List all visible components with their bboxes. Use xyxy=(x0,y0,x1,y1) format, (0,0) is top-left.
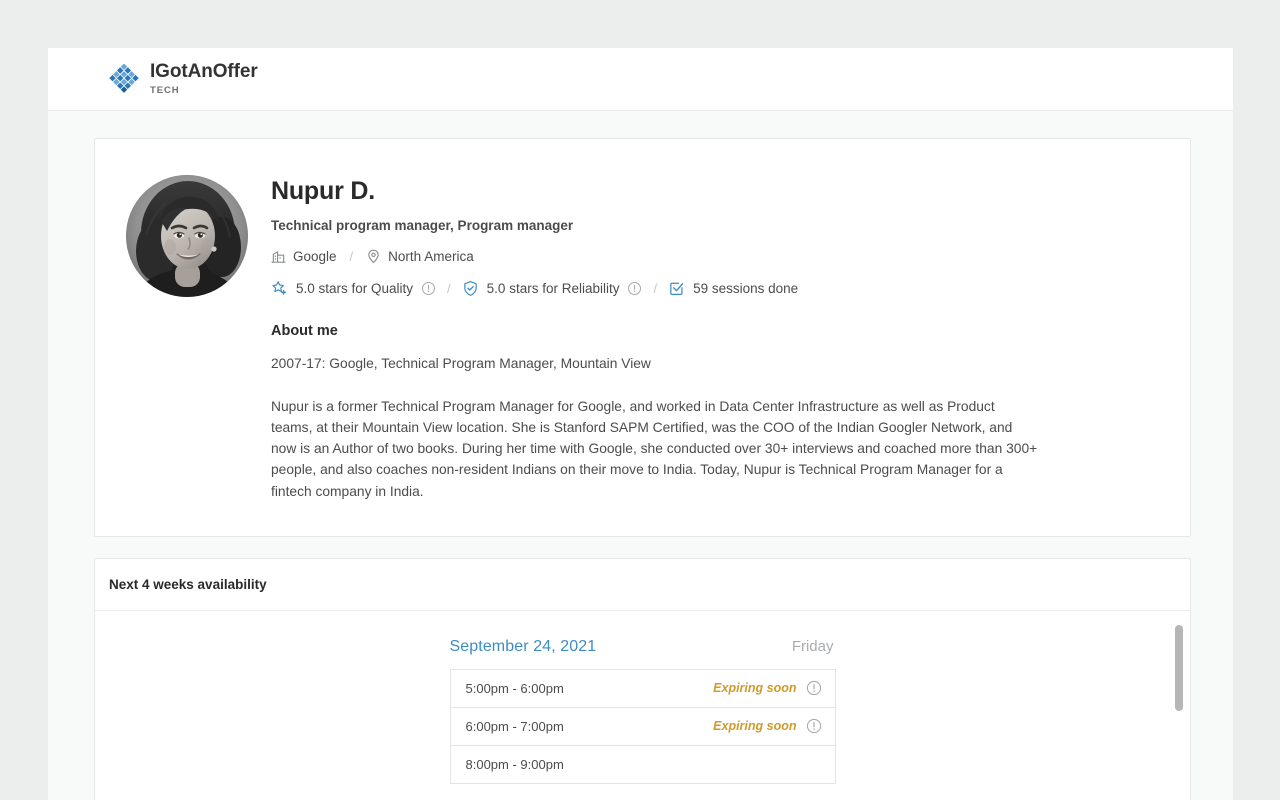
brand-text: IGotAnOffer TECH xyxy=(150,61,258,97)
stat-sessions-label: 59 sessions done xyxy=(693,280,799,296)
availability-title: Next 4 weeks availability xyxy=(109,576,267,592)
expiring-soon-label: Expiring soon xyxy=(713,681,797,696)
shield-check-icon xyxy=(462,280,479,297)
slot-list: 5:00pm - 6:00pm Expiring soon 6:00pm - 7… xyxy=(449,668,836,784)
slot-time: 5:00pm - 6:00pm xyxy=(465,680,564,696)
brand-logo-link[interactable]: IGotAnOffer TECH xyxy=(109,61,258,97)
company-building-icon xyxy=(271,249,286,264)
profile-role: Technical program manager, Program manag… xyxy=(271,217,574,233)
avatar-column xyxy=(123,175,271,502)
diamond-grid-logo-icon xyxy=(109,63,139,94)
about-summary-line: 2007-17: Google, Technical Program Manag… xyxy=(271,355,651,371)
checkbox-check-icon xyxy=(668,280,685,297)
location-label: North America xyxy=(388,248,474,264)
meta-separator: / xyxy=(349,248,354,264)
stat-separator: / xyxy=(447,280,451,296)
avatar xyxy=(126,175,248,297)
availability-scrollbar[interactable] xyxy=(1173,610,1185,800)
info-circle-icon[interactable] xyxy=(806,718,822,734)
profile-card: Nupur D. Technical program manager, Prog… xyxy=(94,138,1191,537)
expiring-soon-label: Expiring soon xyxy=(713,719,797,734)
slot-status: Expiring soon xyxy=(713,680,821,696)
slot-time: 6:00pm - 7:00pm xyxy=(465,718,564,734)
slot-status: Expiring soon xyxy=(713,718,821,734)
slot-time: 8:00pm - 9:00pm xyxy=(465,756,564,772)
page-title: Nupur D. xyxy=(271,177,375,205)
browser-viewport: IGotAnOffer TECH Nupur D. Technical prog… xyxy=(0,0,1280,800)
profile-stats-row: 5.0 stars for Quality / 5.0 stars for Re… xyxy=(271,280,1162,297)
scrollbar-thumb[interactable] xyxy=(1175,624,1183,711)
stat-separator: / xyxy=(653,280,658,296)
stat-reliability-label: 5.0 stars for Reliability xyxy=(486,280,620,296)
time-slot[interactable]: 8:00pm - 9:00pm xyxy=(449,744,836,784)
day-header: September 24, 2021 Friday xyxy=(450,638,836,656)
site-header: IGotAnOffer TECH xyxy=(48,48,1233,111)
about-body-text: Nupur is a former Technical Program Mana… xyxy=(271,398,1038,499)
day-date: September 24, 2021 xyxy=(449,637,597,655)
profile-location: North America xyxy=(366,249,474,264)
reliability-info-icon[interactable] xyxy=(627,281,642,296)
day-spacer xyxy=(95,783,1190,800)
location-pin-icon xyxy=(366,249,381,264)
stat-quality-label: 5.0 stars for Quality xyxy=(296,280,414,296)
brand-name: IGotAnOffer xyxy=(150,61,258,83)
stat-reliability: 5.0 stars for Reliability xyxy=(462,280,643,297)
brand-subtitle: TECH xyxy=(150,85,180,97)
availability-scroll-region: September 24, 2021 Friday 5:00pm - 6:00p… xyxy=(95,610,1190,800)
profile-company: Google xyxy=(271,249,337,264)
quality-info-icon[interactable] xyxy=(421,281,436,296)
star-plus-icon xyxy=(271,280,288,297)
availability-card: Next 4 weeks availability September 24, … xyxy=(94,557,1191,800)
stat-quality: 5.0 stars for Quality xyxy=(271,280,436,297)
about-me-heading: About me xyxy=(271,322,338,339)
company-label: Google xyxy=(293,248,337,264)
stat-sessions: 59 sessions done xyxy=(668,280,798,297)
info-circle-icon[interactable] xyxy=(806,680,822,696)
main-content: Nupur D. Technical program manager, Prog… xyxy=(48,111,1233,800)
availability-header: Next 4 weeks availability xyxy=(95,559,1190,611)
time-slot[interactable]: 5:00pm - 6:00pm Expiring soon xyxy=(449,668,836,708)
page-surface: IGotAnOffer TECH Nupur D. Technical prog… xyxy=(48,48,1233,800)
availability-list: September 24, 2021 Friday 5:00pm - 6:00p… xyxy=(95,611,1190,800)
profile-details: Nupur D. Technical program manager, Prog… xyxy=(271,175,1162,502)
day-weekday: Friday xyxy=(791,637,834,655)
profile-meta-row: Google / North America xyxy=(271,249,1162,264)
time-slot[interactable]: 6:00pm - 7:00pm Expiring soon xyxy=(449,706,836,746)
day-block: September 24, 2021 Friday 5:00pm - 6:00p… xyxy=(95,638,1190,784)
